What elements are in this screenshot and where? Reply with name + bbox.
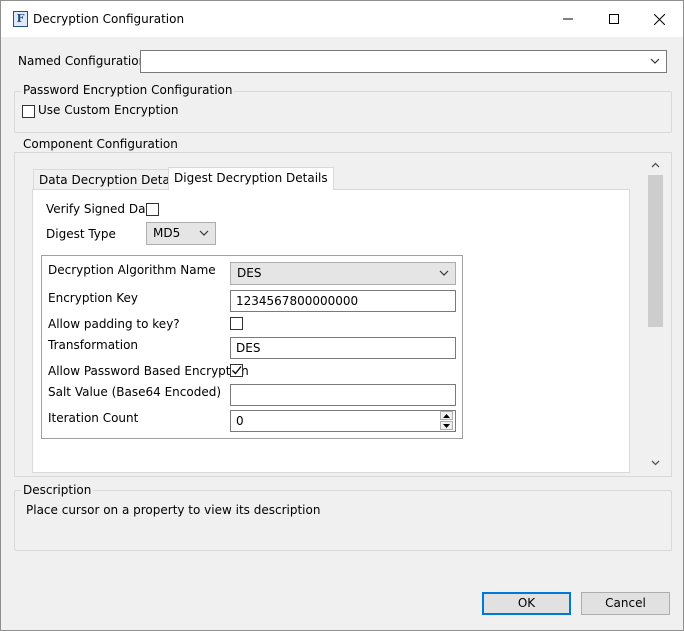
use-custom-encryption-label: Use Custom Encryption [38,103,179,117]
iteration-count-label: Iteration Count [48,411,139,425]
scrollbar-thumb[interactable] [648,175,663,327]
close-icon [653,13,665,25]
spin-up-icon [443,413,450,418]
tab-data-decryption-details[interactable]: Data Decryption Details [33,169,189,189]
iteration-count-value: 0 [236,414,244,428]
salt-value-input[interactable] [230,384,456,406]
iteration-decrement-button[interactable] [440,421,453,430]
title-bar[interactable]: F Decryption Configuration [1,1,683,37]
digest-type-label: Digest Type [46,227,116,241]
maximize-button[interactable] [591,1,637,37]
spin-down-icon [443,423,450,428]
password-encryption-group-title: Password Encryption Configuration [21,83,235,97]
description-group [14,490,672,551]
cancel-button[interactable]: Cancel [581,592,670,615]
minimize-button[interactable] [545,1,591,37]
component-configuration-group-title: Component Configuration [21,137,180,151]
minimize-icon [563,18,573,20]
verify-signed-data-label: Verify Signed Data [46,202,158,216]
scroll-up-icon[interactable] [651,162,660,168]
decryption-algorithm-dropdown[interactable]: DES [230,262,456,285]
window-title: Decryption Configuration [33,12,185,26]
transformation-input[interactable]: DES [230,337,456,359]
salt-value-label: Salt Value (Base64 Encoded) [48,385,222,399]
allow-pbe-checkbox[interactable] [230,364,243,377]
named-configuration-label: Named Configuration [18,54,147,68]
checkmark-icon [232,366,242,375]
close-button[interactable] [636,1,682,37]
maximize-icon [609,14,619,24]
iteration-increment-button[interactable] [440,411,453,420]
chevron-down-icon [650,58,660,64]
ok-button[interactable]: OK [482,592,571,615]
verify-signed-data-checkbox[interactable] [146,203,159,216]
scroll-down-icon[interactable] [651,460,660,466]
decryption-algorithm-label: Decryption Algorithm Name [48,263,216,277]
tab-digest-decryption-details[interactable]: Digest Decryption Details [168,167,334,190]
transformation-label: Transformation [48,338,139,352]
digest-type-value: MD5 [153,226,181,240]
iteration-count-spinner[interactable]: 0 [230,410,456,432]
chevron-down-icon [439,270,449,276]
use-custom-encryption-checkbox[interactable] [22,105,35,118]
named-configuration-dropdown[interactable] [140,50,667,73]
vertical-scrollbar[interactable] [647,157,664,473]
decryption-algorithm-value: DES [237,266,262,280]
chevron-down-icon [199,230,209,236]
decryption-configuration-dialog: F Decryption Configuration Named Configu… [0,0,684,631]
encryption-key-input[interactable]: 1234567800000000 [230,290,456,312]
allow-pbe-label: Allow Password Based Encryption [48,364,249,378]
app-icon: F [13,11,28,27]
digest-type-dropdown[interactable]: MD5 [146,222,216,245]
encryption-key-label: Encryption Key [48,291,138,305]
description-group-title: Description [21,483,94,497]
description-text: Place cursor on a property to view its d… [26,503,321,517]
allow-padding-checkbox[interactable] [230,317,243,330]
allow-padding-label: Allow padding to key? [48,317,180,331]
